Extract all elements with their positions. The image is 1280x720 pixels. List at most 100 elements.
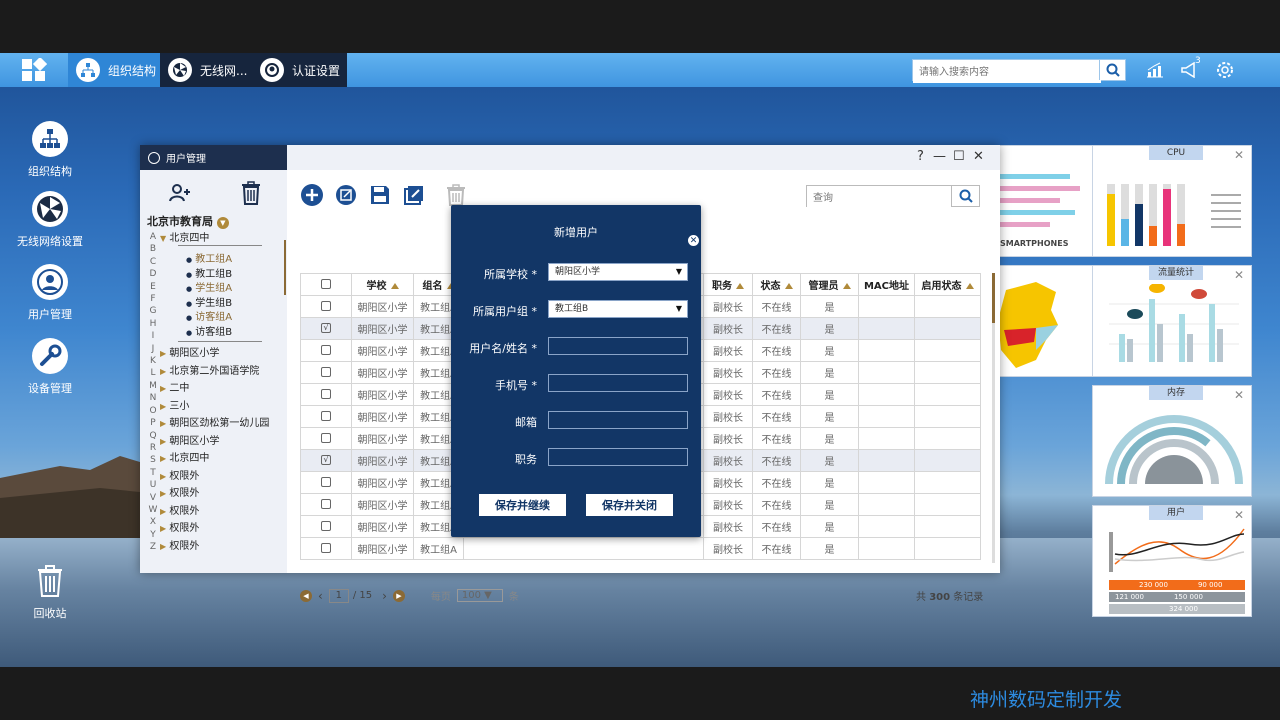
tree-node-collapsed[interactable]: ▶ 朝阳区小学 — [160, 344, 284, 362]
row-checkbox[interactable] — [300, 537, 352, 560]
row-checkbox[interactable] — [300, 295, 352, 318]
search-icon[interactable] — [1099, 60, 1125, 80]
row-checkbox[interactable] — [300, 339, 352, 362]
column-header[interactable]: MAC地址 — [858, 273, 915, 296]
tree-leaf[interactable]: ● 教工组A — [178, 250, 262, 265]
row-checkbox[interactable] — [300, 471, 352, 494]
alphabet-letter[interactable]: X — [148, 516, 158, 528]
alphabet-letter[interactable]: K — [148, 355, 158, 367]
tree-node-collapsed[interactable]: ▶ 北京第二外国语学院 — [160, 362, 284, 380]
tree-leaf[interactable]: ● 学生组B — [178, 294, 262, 309]
alphabet-letter[interactable]: W — [148, 504, 158, 516]
save-icon[interactable] — [368, 183, 392, 207]
per-page-select[interactable]: 100 ▼ — [456, 589, 503, 602]
tree-leaf[interactable]: ● 学生组A — [178, 279, 262, 294]
tab-org-structure[interactable]: 组织结构 — [68, 53, 160, 87]
row-checkbox[interactable] — [300, 361, 352, 384]
gear-icon[interactable] — [1214, 59, 1236, 81]
select-all-checkbox[interactable] — [300, 273, 352, 296]
alphabet-letter[interactable]: S — [148, 454, 158, 466]
table-search-input[interactable] — [807, 188, 951, 209]
first-page-icon[interactable]: ◀ — [300, 589, 312, 602]
help-button[interactable]: ? — [917, 149, 924, 164]
save-close-button[interactable]: 保存并关闭 — [586, 494, 673, 516]
tree-node-expanded[interactable]: ▼ 北京四中 — [160, 229, 284, 245]
alphabet-letter[interactable]: A — [148, 231, 158, 243]
close-icon[interactable]: ✕ — [1234, 388, 1244, 402]
alphabet-letter[interactable]: C — [148, 256, 158, 268]
close-button[interactable]: ✕ — [973, 149, 984, 164]
delete-icon[interactable] — [444, 183, 468, 207]
tree-node-collapsed[interactable]: ▶ 权限外 — [160, 519, 284, 537]
alphabet-letter[interactable]: U — [148, 479, 158, 491]
tab-wireless[interactable]: 无线网... — [160, 53, 252, 87]
next-page-icon[interactable]: › — [382, 589, 387, 603]
desktop-icon-recycle-bin[interactable]: 回收站 — [0, 563, 100, 621]
last-page-icon[interactable]: ▶ — [392, 589, 405, 602]
alphabet-letter[interactable]: E — [148, 281, 158, 293]
table-row[interactable]: 朝阳区小学 教工组A 副校长 不在线是 — [300, 537, 981, 560]
tree-scrollbar[interactable] — [284, 240, 286, 295]
tree-node-collapsed[interactable]: ▶ 三小 — [160, 397, 284, 415]
row-checkbox[interactable]: √ — [300, 449, 352, 472]
alphabet-letter[interactable]: L — [148, 367, 158, 379]
trash-icon[interactable] — [240, 181, 262, 209]
edit-icon[interactable] — [334, 183, 358, 207]
prev-page-icon[interactable]: ‹ — [318, 589, 323, 603]
column-header[interactable]: 职务 — [703, 273, 753, 296]
alphabet-letter[interactable]: D — [148, 268, 158, 280]
field-select[interactable]: 朝阳区小学 — [548, 263, 688, 281]
stats-icon[interactable] — [1144, 59, 1166, 81]
field-input[interactable] — [548, 337, 688, 355]
alphabet-letter[interactable]: G — [148, 305, 158, 317]
maximize-button[interactable]: ☐ — [953, 149, 965, 164]
close-icon[interactable]: ✕ — [1234, 148, 1244, 162]
field-input[interactable] — [548, 411, 688, 429]
tab-auth-settings[interactable]: 认证设置 — [252, 53, 347, 87]
alphabet-letter[interactable]: J — [148, 343, 158, 355]
global-search-input[interactable] — [913, 62, 1101, 83]
alphabet-letter[interactable]: P — [148, 417, 158, 429]
alphabet-letter[interactable]: Y — [148, 529, 158, 541]
tree-leaf[interactable]: ● 访客组A — [178, 308, 262, 323]
start-menu-icon[interactable] — [12, 56, 56, 84]
row-checkbox[interactable] — [300, 405, 352, 428]
alphabet-letter[interactable]: B — [148, 243, 158, 255]
row-checkbox[interactable]: √ — [300, 317, 352, 340]
field-input[interactable] — [548, 448, 688, 466]
tree-node-collapsed[interactable]: ▶ 北京四中 — [160, 449, 284, 467]
alphabet-letter[interactable]: H — [148, 318, 158, 330]
tree-node-collapsed[interactable]: ▶ 权限外 — [160, 537, 284, 555]
alphabet-letter[interactable]: V — [148, 492, 158, 504]
search-icon[interactable] — [951, 186, 979, 206]
desktop-icon-user-mgmt[interactable]: 用户管理 — [0, 264, 100, 322]
column-header[interactable]: 管理员 — [800, 273, 859, 296]
close-icon[interactable]: ✕ — [1234, 268, 1244, 282]
batch-edit-icon[interactable] — [402, 183, 426, 207]
row-checkbox[interactable] — [300, 427, 352, 450]
alphabet-letter[interactable]: N — [148, 392, 158, 404]
column-header[interactable]: 学校 — [351, 273, 414, 296]
alphabet-letter[interactable]: M — [148, 380, 158, 392]
alphabet-letter[interactable]: R — [148, 442, 158, 454]
tree-node-collapsed[interactable]: ▶ 二中 — [160, 379, 284, 397]
tree-node-collapsed[interactable]: ▶ 权限外 — [160, 502, 284, 520]
alphabet-letter[interactable]: Z — [148, 541, 158, 553]
alphabet-letter[interactable]: I — [148, 330, 158, 342]
close-icon[interactable]: ✕ — [686, 233, 701, 248]
field-input[interactable] — [548, 374, 688, 392]
row-checkbox[interactable] — [300, 383, 352, 406]
row-checkbox[interactable] — [300, 493, 352, 516]
column-header[interactable]: 启用状态 — [914, 273, 981, 296]
alphabet-letter[interactable]: O — [148, 405, 158, 417]
tree-leaf[interactable]: ● 教工组B — [178, 265, 262, 280]
tree-root[interactable]: 北京市教育局 ▼ — [147, 213, 229, 229]
alphabet-letter[interactable]: F — [148, 293, 158, 305]
table-scrollbar[interactable] — [992, 273, 995, 563]
add-user-icon[interactable] — [168, 181, 192, 209]
save-continue-button[interactable]: 保存并继续 — [479, 494, 566, 516]
desktop-icon-device-mgmt[interactable]: 设备管理 — [0, 338, 100, 396]
desktop-icon-org[interactable]: 组织结构 — [0, 121, 100, 179]
add-icon[interactable] — [300, 183, 324, 207]
alphabet-letter[interactable]: Q — [148, 430, 158, 442]
